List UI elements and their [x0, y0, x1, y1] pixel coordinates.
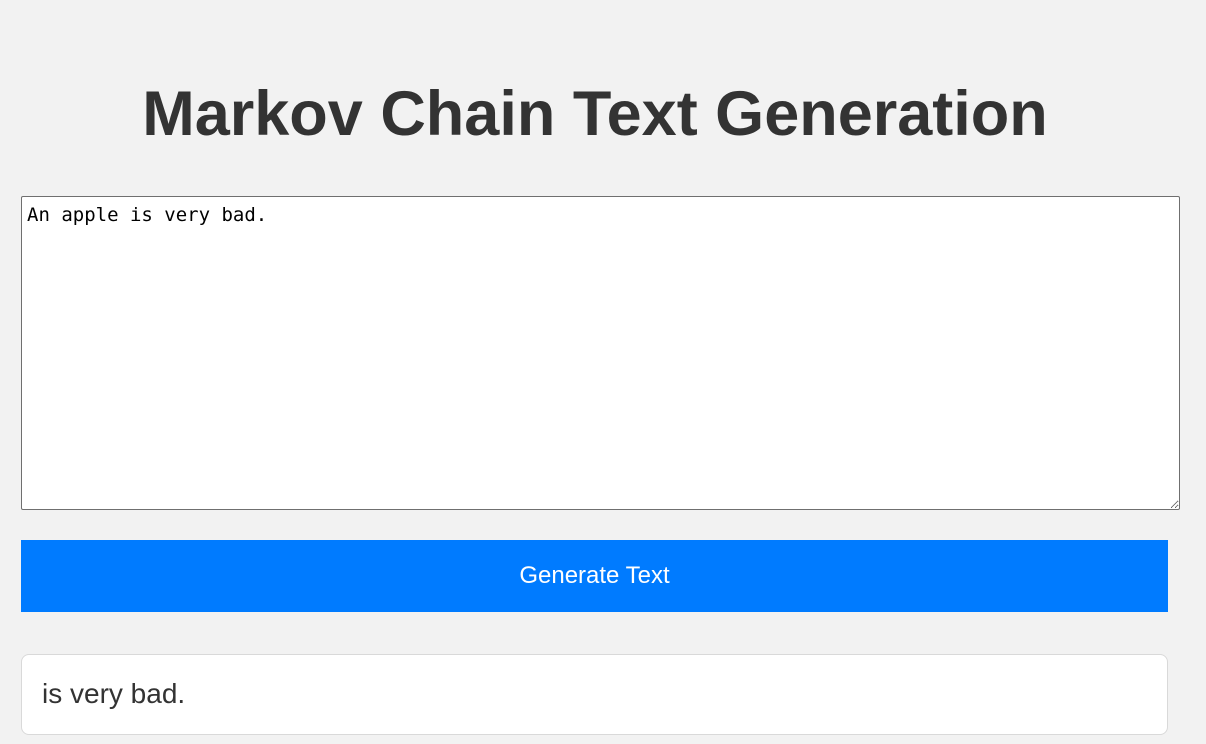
- generate-text-button[interactable]: Generate Text: [21, 540, 1168, 612]
- source-text-input[interactable]: An apple is very bad.: [21, 196, 1180, 510]
- generated-text: is very bad.: [42, 678, 186, 709]
- page-title: Markov Chain Text Generation: [142, 79, 1048, 149]
- generated-text-output: is very bad.: [21, 654, 1168, 735]
